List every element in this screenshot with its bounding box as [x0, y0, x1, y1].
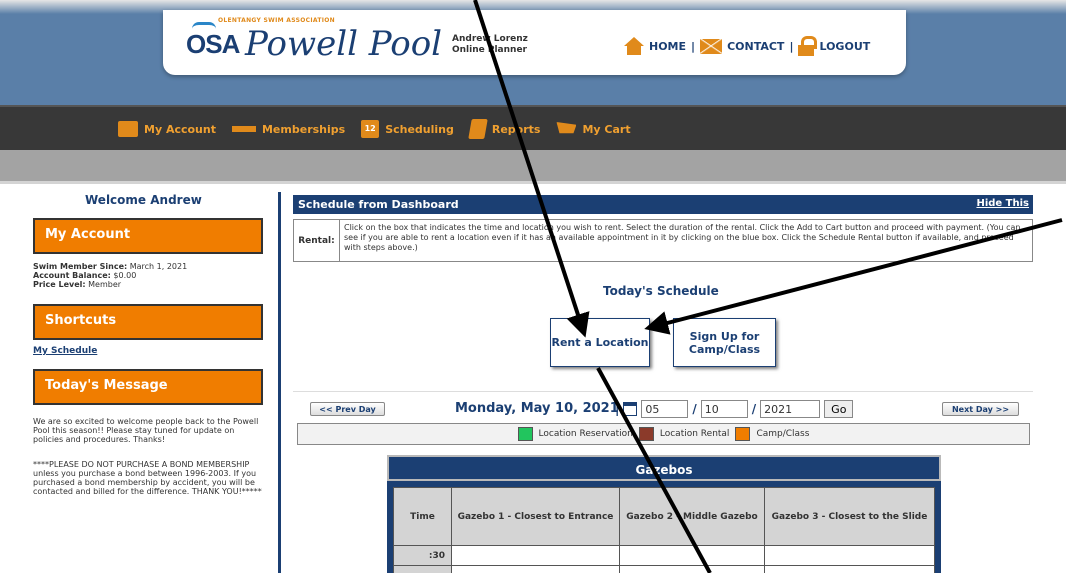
table-row — [393, 565, 935, 573]
site-name[interactable]: Powell Pool — [245, 24, 442, 64]
hide-this-link[interactable]: Hide This — [976, 198, 1029, 209]
legend-label-reservation: Location Reservation — [538, 429, 633, 439]
gazebos-table-title: Gazebos — [387, 455, 941, 481]
nav-memberships-label: Memberships — [261, 122, 346, 136]
sidebar-divider — [278, 192, 281, 573]
link-separator: | — [691, 39, 696, 53]
logout-link[interactable]: LOGOUT — [819, 40, 870, 53]
home-icon[interactable] — [624, 37, 644, 55]
month-input[interactable] — [641, 400, 689, 418]
time-cell — [393, 565, 452, 573]
rent-location-button[interactable]: Rent a Location — [550, 318, 650, 367]
user-info: Andrew Lorenz Online Planner — [452, 34, 528, 56]
sub-nav-bar — [0, 150, 1066, 184]
prev-day-button[interactable]: << Prev Day — [310, 402, 385, 416]
main-nav: My Account Memberships 12 Scheduling Rep… — [118, 119, 631, 139]
column-header: Gazebo 1 - Closest to Entrance — [451, 487, 620, 546]
rental-label: Rental: — [294, 220, 340, 261]
rental-instructions: Rental: Click on the box that indicates … — [293, 219, 1033, 262]
message-text-2: ****PLEASE DO NOT PURCHASE A BOND MEMBER… — [33, 460, 262, 496]
schedule-header: Schedule from Dashboard Hide This — [293, 195, 1033, 214]
day-input[interactable] — [700, 400, 748, 418]
association-name: OLENTANGY SWIM ASSOCIATION — [218, 17, 335, 24]
nav-memberships[interactable]: Memberships — [231, 122, 346, 136]
date-title: Monday, May 10, 2021 — [455, 401, 619, 416]
home-link[interactable]: HOME — [649, 40, 686, 53]
schedule-legend: Location Reservation Location Rental Cam… — [297, 423, 1030, 445]
shortcuts-panel-title: Shortcuts — [33, 304, 263, 340]
legend-label-rental: Location Rental — [659, 429, 730, 439]
column-header: Time — [393, 487, 452, 546]
legend-swatch-rental — [638, 427, 654, 441]
nav-my-account-label: My Account — [144, 122, 216, 136]
legend-label-camp: Camp/Class — [756, 429, 810, 439]
my-schedule-link[interactable]: My Schedule — [33, 347, 97, 356]
todays-message-panel-title: Today's Message — [33, 369, 263, 405]
slot-cell[interactable] — [451, 545, 620, 566]
member-since-row: Swim Member Since: March 1, 2021 — [33, 262, 188, 271]
legend-swatch-reservation — [517, 427, 533, 441]
column-header: Gazebo 2 - Middle Gazebo — [619, 487, 765, 546]
swimmer-logo-icon — [192, 22, 216, 29]
user-role: Online Planner — [452, 45, 527, 55]
mail-icon[interactable] — [700, 38, 723, 54]
link-separator: | — [789, 39, 794, 53]
user-name: Andrew Lorenz — [452, 34, 528, 44]
top-links: HOME | CONTACT | LOGOUT — [624, 36, 870, 56]
slot-cell[interactable] — [619, 545, 765, 566]
account-balance-row: Account Balance: $0.00 — [33, 271, 137, 280]
book-icon — [468, 119, 488, 139]
nav-scheduling-label: Scheduling — [385, 122, 454, 136]
todays-schedule-heading: Today's Schedule — [603, 284, 719, 298]
price-level-row: Price Level: Member — [33, 280, 122, 289]
message-text-1: We are so excited to welcome people back… — [33, 417, 259, 444]
nav-scheduling[interactable]: 12 Scheduling — [361, 120, 454, 138]
table-row: :30 — [393, 545, 935, 566]
nav-reports[interactable]: Reports — [468, 119, 541, 139]
welcome-heading: Welcome Andrew — [85, 193, 202, 207]
column-header: Gazebo 3 - Closest to the Slide — [764, 487, 935, 546]
nav-my-cart[interactable]: My Cart — [556, 122, 631, 136]
account-details: Swim Member Since: March 1, 2021 Account… — [33, 262, 187, 289]
gazebos-table-frame: Time Gazebo 1 - Closest to Entrance Gaze… — [387, 481, 941, 573]
legend-swatch-camp — [735, 427, 751, 441]
next-day-button[interactable]: Next Day >> — [942, 402, 1019, 416]
slot-cell[interactable] — [619, 565, 765, 573]
nav-my-cart-label: My Cart — [582, 122, 631, 136]
go-button[interactable]: Go — [824, 400, 854, 418]
calendar-icon: 12 — [361, 120, 380, 138]
year-input[interactable] — [760, 400, 821, 418]
slot-cell[interactable] — [764, 565, 935, 573]
cart-icon — [556, 122, 577, 134]
my-account-panel-title: My Account — [33, 218, 263, 254]
signup-camp-class-button[interactable]: Sign Up for Camp/Class — [673, 318, 776, 367]
nav-my-account[interactable]: My Account — [118, 121, 216, 137]
card-icon — [231, 123, 256, 135]
id-card-icon — [118, 121, 138, 137]
rental-text: Click on the box that indicates the time… — [344, 223, 1021, 252]
gazebos-table: Time Gazebo 1 - Closest to Entrance Gaze… — [393, 487, 935, 573]
slot-cell[interactable] — [451, 565, 620, 573]
divider — [293, 391, 1033, 392]
schedule-title: Schedule from Dashboard — [298, 198, 459, 211]
contact-link[interactable]: CONTACT — [727, 40, 784, 53]
osa-logo[interactable]: OSA — [186, 29, 240, 60]
date-controls: | / / Go — [615, 400, 854, 418]
slot-cell[interactable] — [764, 545, 935, 566]
lock-icon[interactable] — [798, 36, 818, 56]
nav-reports-label: Reports — [491, 122, 541, 136]
calendar-icon[interactable] — [623, 402, 638, 416]
time-cell: :30 — [393, 545, 452, 566]
